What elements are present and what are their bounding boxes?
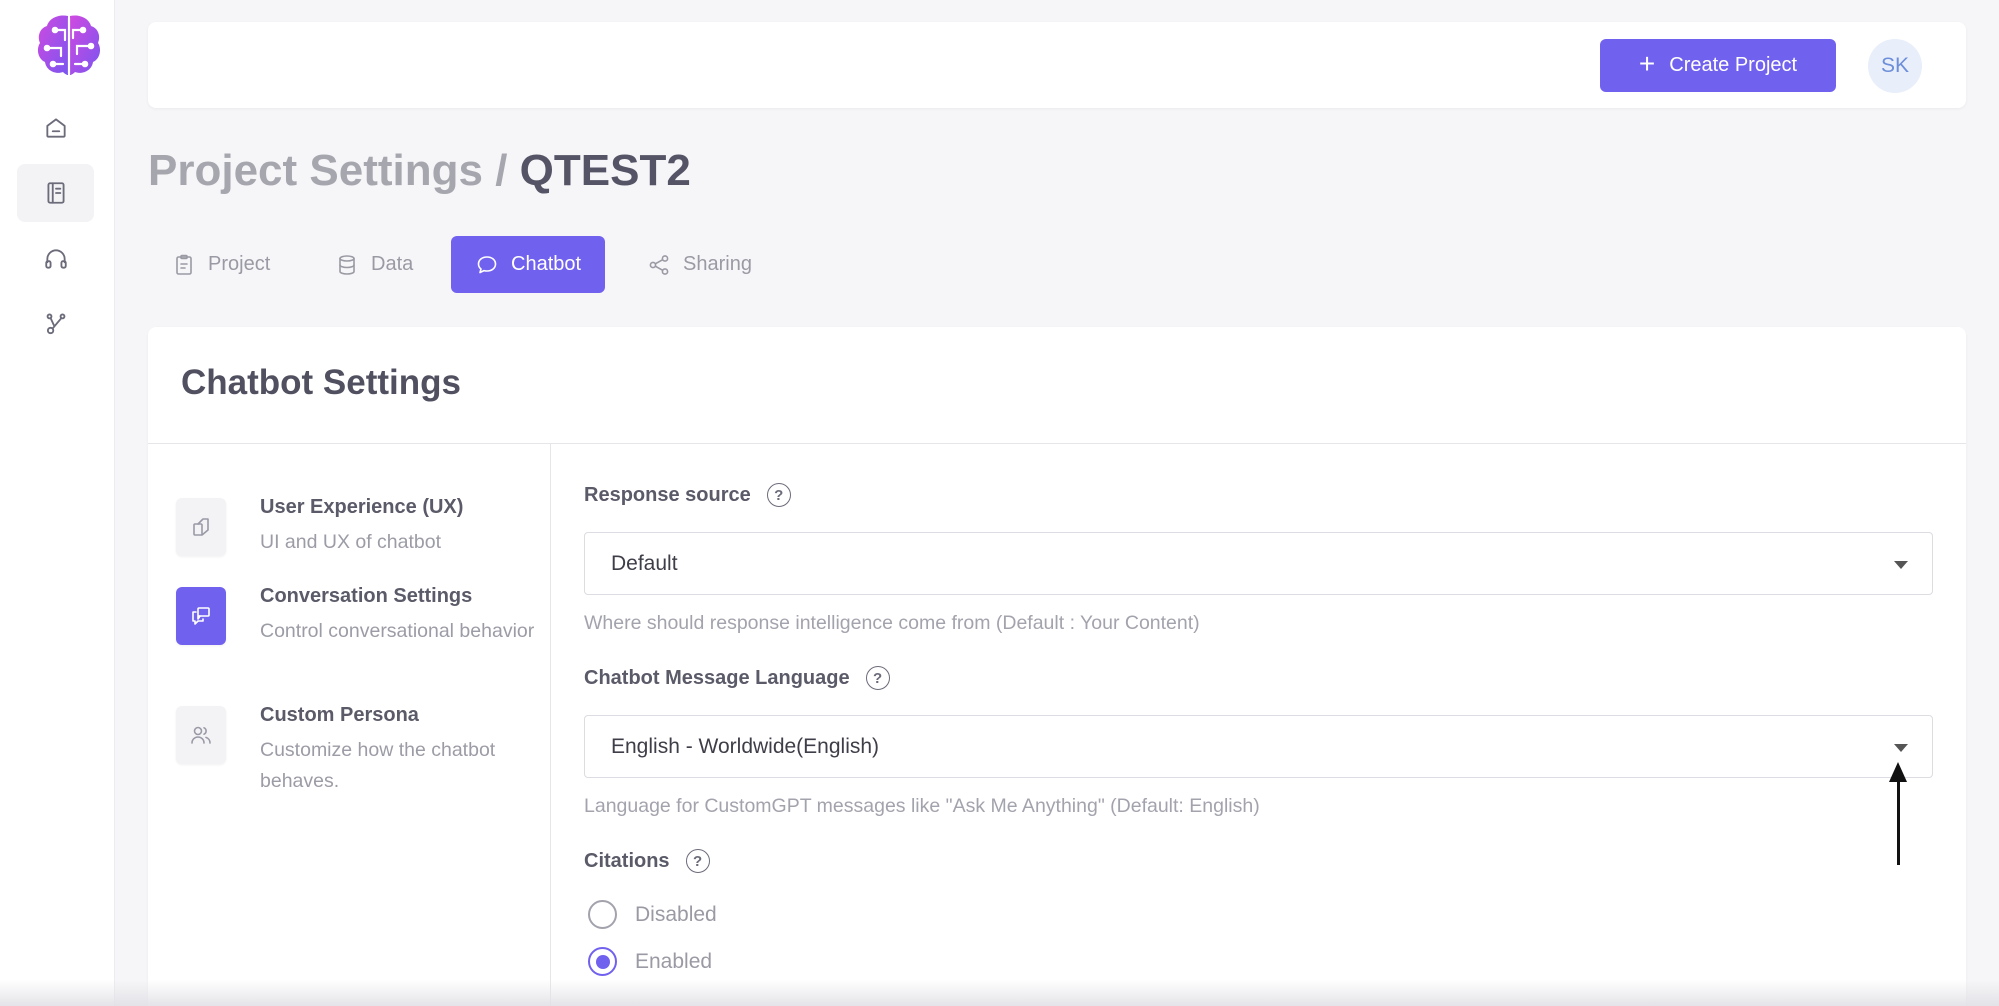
plus-icon: + — [1638, 48, 1656, 79]
option-title: Conversation Settings — [260, 585, 473, 607]
tab-data-label: Data — [371, 253, 414, 275]
caret-down-icon — [1894, 744, 1908, 752]
home-icon — [45, 118, 66, 138]
option-user-experience[interactable]: User Experience (UX) UI and UX of chatbo… — [176, 493, 536, 563]
vertical-divider — [550, 444, 551, 1006]
users-icon — [176, 706, 226, 764]
help-icon[interactable]: ? — [766, 483, 791, 507]
nav-home[interactable] — [17, 99, 94, 157]
conversation-icon — [176, 587, 226, 645]
chat-bubble-icon — [477, 255, 497, 273]
user-avatar[interactable]: SK — [1868, 39, 1922, 93]
radio-label: Enabled — [635, 949, 713, 973]
help-icon[interactable]: ? — [685, 849, 710, 873]
help-icon[interactable]: ? — [865, 666, 890, 690]
language-hint: Language for CustomGPT messages like "As… — [584, 795, 1260, 817]
option-description: Customize how the chatbot behaves. — [260, 739, 496, 792]
nav-integrations[interactable] — [17, 295, 94, 353]
citations-label-text: Citations — [584, 849, 670, 872]
option-description: Control conversational behavior — [260, 620, 535, 642]
breadcrumb-settings: Project Settings / — [148, 146, 508, 195]
citations-option-enabled[interactable]: Enabled — [588, 947, 712, 976]
tab-sharing[interactable]: Sharing — [623, 236, 776, 293]
tab-chatbot-label: Chatbot — [511, 253, 582, 275]
citations-label: Citations ? — [584, 849, 710, 873]
sidebar — [0, 0, 115, 1006]
annotation-arrow — [1897, 775, 1900, 865]
radio-label: Disabled — [635, 902, 717, 926]
nav-support[interactable] — [17, 230, 94, 288]
integration-icon — [46, 313, 65, 335]
language-value: English - Worldwide(English) — [611, 734, 880, 758]
tab-project-label: Project — [208, 253, 271, 275]
bottom-shadow — [0, 980, 1999, 1006]
page-title: Project Settings / QTEST2 — [148, 146, 691, 196]
divider — [148, 443, 1966, 444]
citations-option-disabled[interactable]: Disabled — [588, 900, 717, 929]
option-description: UI and UX of chatbot — [260, 531, 442, 553]
headphones-icon — [44, 249, 67, 269]
option-title: User Experience (UX) — [260, 496, 464, 518]
option-title: Custom Persona — [260, 704, 419, 726]
project-name: QTEST2 — [519, 146, 691, 195]
language-label-text: Chatbot Message Language — [584, 666, 850, 689]
nav-projects[interactable] — [17, 164, 94, 222]
database-icon — [339, 254, 355, 275]
card-title: Chatbot Settings — [181, 363, 461, 402]
language-select[interactable]: English - Worldwide(English) — [584, 715, 1933, 778]
response-source-value: Default — [611, 551, 678, 575]
notebook-icon — [46, 182, 65, 204]
radio-button[interactable] — [588, 900, 617, 929]
option-conversation-settings[interactable]: Conversation Settings Control conversati… — [176, 582, 536, 682]
tab-data[interactable]: Data — [311, 236, 437, 293]
clipboard-icon — [176, 254, 192, 275]
share-icon — [649, 254, 669, 275]
response-source-select[interactable]: Default — [584, 532, 1933, 595]
tab-project[interactable]: Project — [148, 236, 294, 293]
response-source-label: Response source ? — [584, 483, 791, 507]
create-project-button[interactable]: + Create Project — [1600, 39, 1836, 92]
response-source-hint: Where should response intelligence come … — [584, 612, 1200, 634]
tab-sharing-label: Sharing — [683, 253, 752, 275]
language-label: Chatbot Message Language ? — [584, 666, 890, 690]
response-source-label-text: Response source — [584, 483, 751, 506]
tab-chatbot[interactable]: Chatbot — [451, 236, 606, 293]
radio-button-checked[interactable] — [588, 947, 617, 976]
chatbot-settings-card: Chatbot Settings User Experience (UX) UI… — [148, 327, 1966, 1006]
layout-icon — [176, 498, 226, 556]
caret-down-icon — [1894, 561, 1908, 569]
create-project-label: Create Project — [1669, 54, 1798, 76]
brain-logo-icon[interactable] — [35, 12, 103, 78]
option-custom-persona[interactable]: Custom Persona Customize how the chatbot… — [176, 701, 536, 801]
